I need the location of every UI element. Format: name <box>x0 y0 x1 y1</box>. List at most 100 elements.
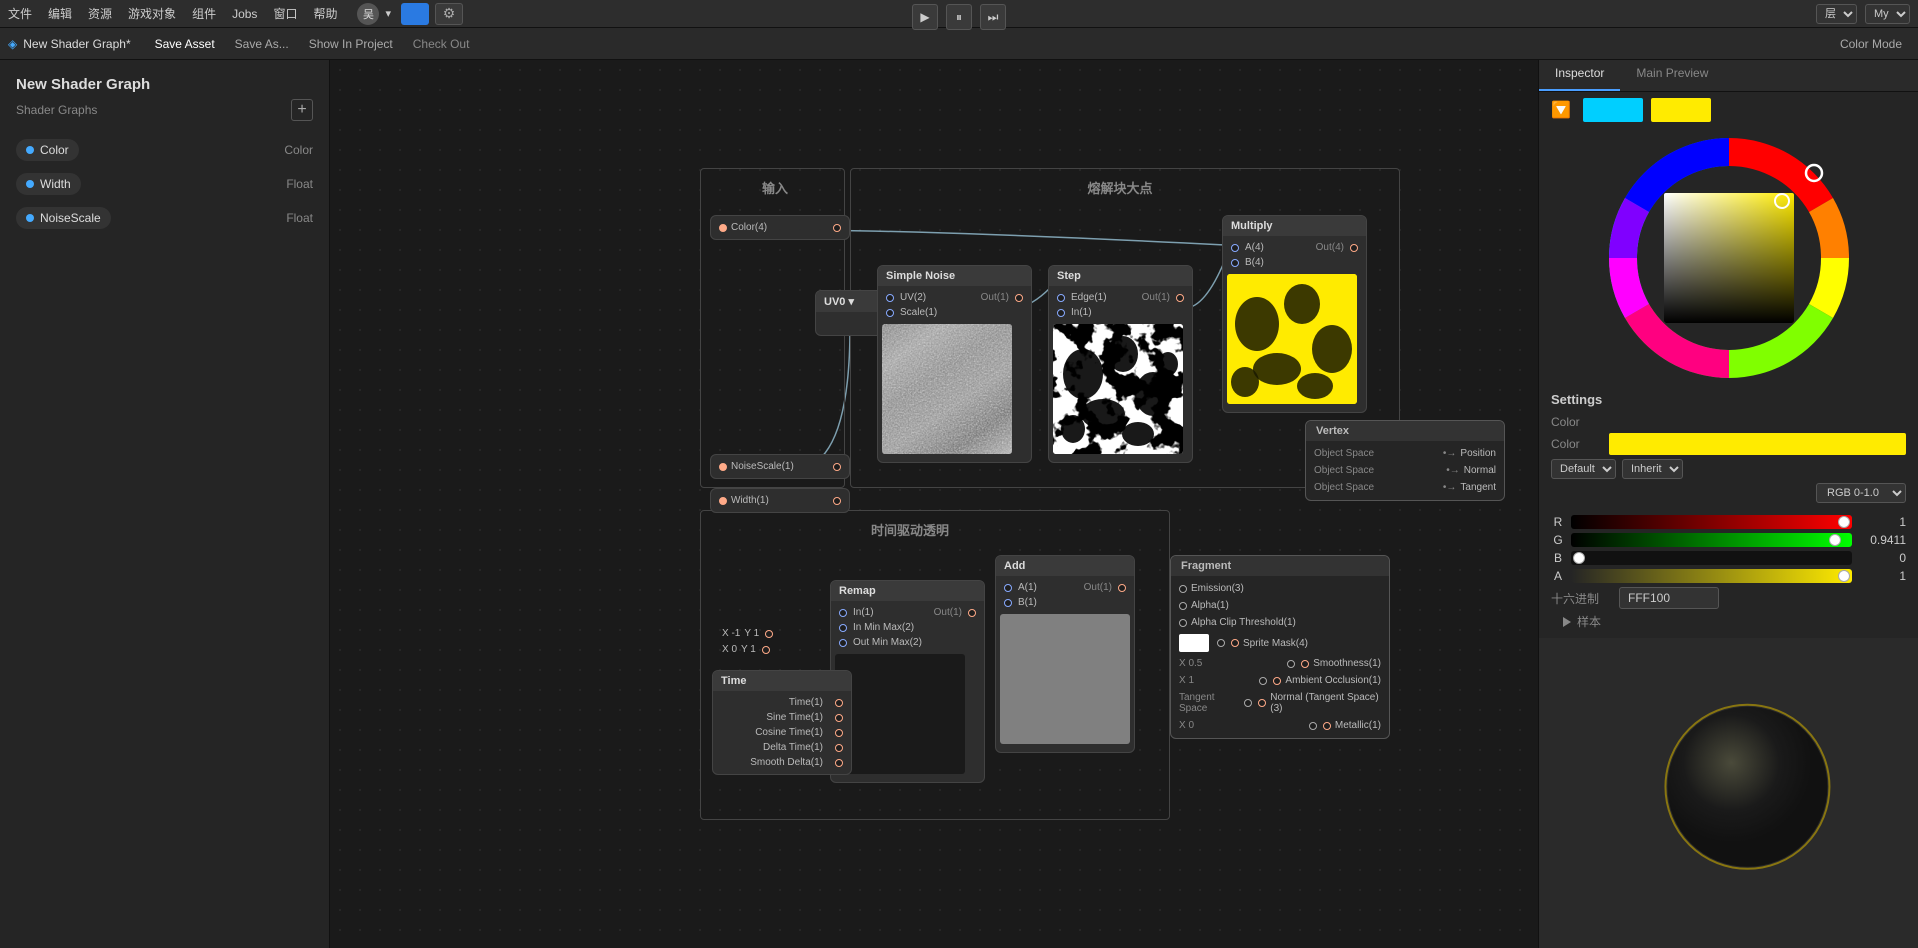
remap-xy-inputs: X -1 Y 1 <box>722 628 773 639</box>
color-field-label-row: Color <box>1551 415 1906 429</box>
show-in-project-button[interactable]: Show In Project <box>301 34 401 54</box>
port-dot <box>1244 699 1252 707</box>
slider-g-track[interactable] <box>1571 533 1852 547</box>
color-wheel[interactable] <box>1599 128 1859 388</box>
port-dot-edge <box>1057 294 1065 302</box>
port-delta-time: Delta Time(1) <box>713 740 851 755</box>
add-property-button[interactable]: + <box>291 99 313 121</box>
remap-preview <box>835 654 965 774</box>
pause-button[interactable]: ⏸ <box>946 4 972 30</box>
node-remap[interactable]: Remap In(1) Out(1) In Min Max(2) Out Min… <box>830 580 985 783</box>
avatar[interactable]: 吴 <box>357 3 379 25</box>
check-out-button[interactable]: Check Out <box>405 34 478 54</box>
menu-item-gameobject[interactable]: 游戏对象 <box>128 5 176 22</box>
swatch-cyan[interactable] <box>1583 98 1643 122</box>
node-width[interactable]: Width(1) <box>710 488 850 513</box>
port-dot <box>1179 602 1187 610</box>
width-dot <box>26 180 34 188</box>
node-multiply-header: Multiply <box>1223 216 1366 236</box>
slider-g-thumb[interactable] <box>1829 534 1841 546</box>
slider-a-label: A <box>1551 569 1565 583</box>
slider-a-track[interactable] <box>1571 569 1852 583</box>
menu-item-component[interactable]: 组件 <box>192 5 216 22</box>
port-smooth-delta: Smooth Delta(1) <box>713 755 851 770</box>
tab-inspector[interactable]: Inspector <box>1539 60 1620 91</box>
preview-svg <box>1539 638 1918 948</box>
right-tabs: Inspector Main Preview <box>1539 60 1918 92</box>
mode-dropdown[interactable]: RGB 0-1.0 RGB 0-255 HSV <box>1816 483 1906 503</box>
noise-preview <box>882 324 1012 454</box>
node-multiply[interactable]: Multiply A(4) Out(4) B(4) <box>1222 215 1367 413</box>
connections-svg <box>330 60 1538 948</box>
noisescale-property-pill[interactable]: NoiseScale <box>16 207 111 229</box>
preview-area <box>1539 638 1918 948</box>
graph-area[interactable]: 输入 熔解块大点 时间驱动透明 Color(4) NoiseSca <box>330 60 1538 948</box>
inherit-dropdown[interactable]: Inherit <box>1622 459 1683 479</box>
settings-button[interactable]: ⚙ <box>435 3 463 25</box>
step-button[interactable]: ⏭ <box>980 4 1006 30</box>
menu-item-file[interactable]: 文件 <box>8 5 32 22</box>
save-as-button[interactable]: Save As... <box>227 34 297 54</box>
slider-r-track[interactable] <box>1571 515 1852 529</box>
section-dissolve-label: 熔解块大点 <box>970 178 1270 197</box>
port-time1: Time(1) <box>713 695 851 710</box>
port-in-min-max: In Min Max(2) <box>831 620 984 635</box>
cloud-button[interactable] <box>401 3 429 25</box>
hex-input[interactable] <box>1619 587 1719 609</box>
menu-item-window[interactable]: 窗口 <box>273 5 297 22</box>
port-dot <box>835 714 843 722</box>
sample-section[interactable]: 样本 <box>1551 609 1906 634</box>
port-dot <box>1309 722 1317 730</box>
port-dot-scale <box>886 309 894 317</box>
node-vertex[interactable]: Vertex Object Space •→ Position Object S… <box>1305 420 1505 501</box>
node-fragment[interactable]: Fragment Emission(3) Alpha(1) Alpha Clip… <box>1170 555 1390 739</box>
slider-b-thumb[interactable] <box>1573 552 1585 564</box>
shader-toolbar: ◈ New Shader Graph* Save Asset Save As..… <box>0 28 1918 60</box>
port-dot-b <box>1231 259 1239 267</box>
node-simple-noise[interactable]: Simple Noise UV(2) Out(1) Scale(1) <box>877 265 1032 463</box>
port-dot <box>719 224 727 232</box>
port-a4: A(4) Out(4) <box>1223 240 1366 255</box>
port-dot-inminmax <box>839 624 847 632</box>
save-asset-button[interactable]: Save Asset <box>147 34 223 54</box>
play-button[interactable]: ▶ <box>912 4 938 30</box>
color-label: Color <box>1551 415 1601 429</box>
menu-item-edit[interactable]: 编辑 <box>48 5 72 22</box>
menu-item-assets[interactable]: 资源 <box>88 5 112 22</box>
slider-r-thumb[interactable] <box>1838 516 1850 528</box>
node-color4[interactable]: Color(4) <box>710 215 850 240</box>
node-time[interactable]: Time Time(1) Sine Time(1) Cosine Time(1)… <box>712 670 852 775</box>
color-mode-button[interactable]: Color Mode <box>1832 34 1910 54</box>
node-vertex-header: Vertex <box>1306 421 1504 441</box>
color-swatch-display[interactable] <box>1609 433 1906 455</box>
width-property-pill[interactable]: Width <box>16 173 81 195</box>
shader-graph-name: New Shader Graph <box>0 60 329 97</box>
swatch-yellow[interactable] <box>1651 98 1711 122</box>
step-svg <box>1053 324 1183 454</box>
slider-b-label: B <box>1551 551 1565 565</box>
color-square-dark <box>1664 193 1794 323</box>
slider-b-track[interactable] <box>1571 551 1852 565</box>
node-add[interactable]: Add A(1) Out(1) B(1) <box>995 555 1135 753</box>
layout-dropdown[interactable]: My <box>1865 4 1910 24</box>
node-noisescale[interactable]: NoiseScale(1) <box>710 454 850 479</box>
white-swatch <box>1179 634 1209 652</box>
node-step[interactable]: Step Edge(1) Out(1) In(1) <box>1048 265 1193 463</box>
shader-icon: ◈ <box>8 37 17 51</box>
port-dot-out <box>1015 294 1023 302</box>
slider-g-value: 0.9411 <box>1858 533 1906 547</box>
left-panel: New Shader Graph Shader Graphs + Color C… <box>0 60 330 948</box>
width-type: Float <box>286 177 313 191</box>
slider-a-thumb[interactable] <box>1838 570 1850 582</box>
fragment-metallic: X 0 Metallic(1) <box>1171 717 1389 734</box>
tab-main-preview[interactable]: Main Preview <box>1620 60 1724 91</box>
menu-bar: 文件 编辑 资源 游戏对象 组件 Jobs 窗口 帮助 吴 ▾ ⚙ ▶ ⏸ ⏭ … <box>0 0 1918 28</box>
default-dropdown[interactable]: Default <box>1551 459 1616 479</box>
eyedropper-button[interactable]: 🔽 <box>1547 96 1575 124</box>
menu-item-help[interactable]: 帮助 <box>313 5 337 22</box>
layer-dropdown[interactable]: 层 <box>1816 4 1857 24</box>
menu-item-jobs[interactable]: Jobs <box>232 7 257 21</box>
port-dot-out <box>1273 677 1281 685</box>
port-dot-out <box>833 497 841 505</box>
color-property-pill[interactable]: Color <box>16 139 79 161</box>
